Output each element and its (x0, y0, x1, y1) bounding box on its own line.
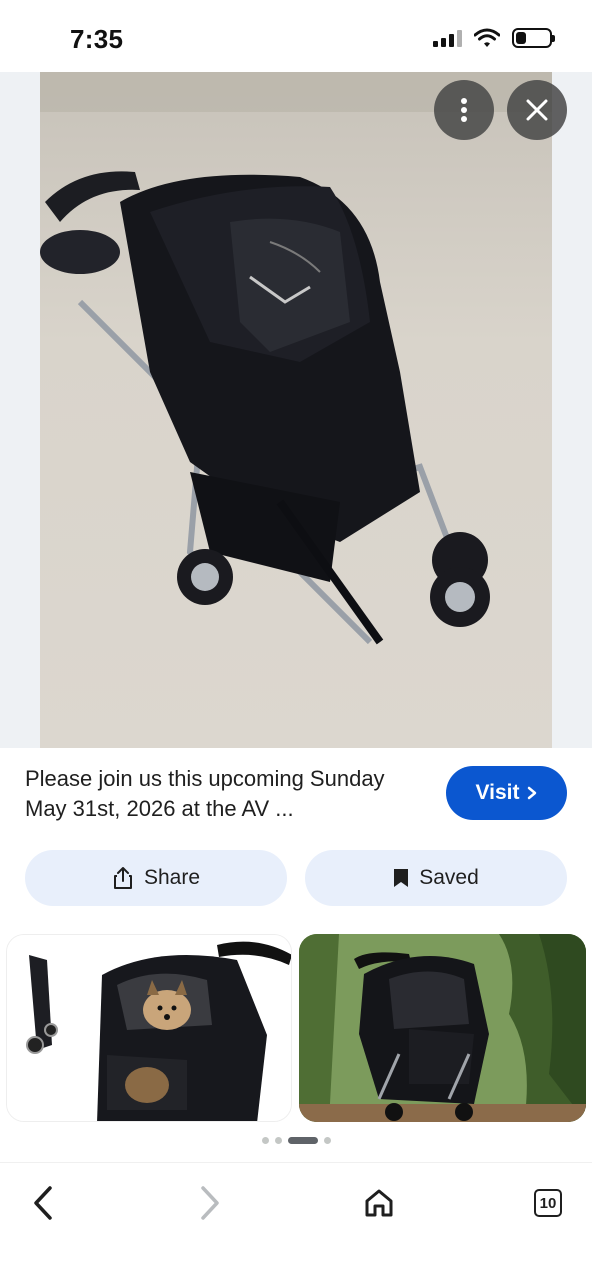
tabs-button[interactable]: 10 (520, 1175, 576, 1231)
share-icon (113, 867, 132, 889)
status-icons (433, 28, 555, 48)
bookmark-icon (394, 869, 409, 887)
more-options-button[interactable] (434, 80, 494, 140)
browser-bottom-nav: 10 (0, 1162, 592, 1280)
more-vertical-icon (461, 98, 467, 122)
visit-button[interactable]: Visit (446, 766, 567, 820)
home-icon (365, 1189, 393, 1217)
close-icon (526, 99, 548, 121)
back-icon (34, 1186, 52, 1220)
wifi-icon (474, 28, 500, 47)
thumbnail-image (299, 934, 586, 1122)
thumbnail-image (7, 935, 291, 1121)
visit-label: Visit (475, 781, 520, 804)
signal-icon (433, 29, 462, 47)
forward-icon (201, 1186, 219, 1220)
result-caption[interactable]: Please join us this upcoming Sunday May … (25, 764, 425, 824)
carousel-pager (0, 1137, 592, 1144)
share-button[interactable]: Share (25, 850, 287, 906)
home-button[interactable] (351, 1175, 407, 1231)
main-image[interactable] (40, 72, 552, 748)
share-label: Share (143, 866, 201, 889)
forward-button[interactable] (182, 1175, 238, 1231)
pager-dot (261, 1137, 269, 1144)
pager-dot-active (287, 1137, 318, 1144)
saved-button[interactable]: Saved (305, 850, 567, 906)
saved-label: Saved (419, 866, 479, 889)
battery-icon (512, 28, 555, 48)
back-button[interactable] (15, 1175, 71, 1231)
close-button[interactable] (507, 80, 567, 140)
tabs-count: 10 (534, 1189, 562, 1217)
battery-level (516, 32, 526, 44)
image-viewer (0, 72, 592, 748)
pager-dot (274, 1137, 282, 1144)
status-bar: 7:35 (0, 0, 592, 72)
status-time: 7:35 (70, 24, 124, 54)
related-thumbnail[interactable] (299, 934, 586, 1122)
pager-dot (323, 1137, 331, 1144)
chevron-right-icon (528, 786, 537, 800)
related-thumbnail[interactable] (6, 934, 292, 1122)
stroller-illustration (40, 72, 552, 645)
